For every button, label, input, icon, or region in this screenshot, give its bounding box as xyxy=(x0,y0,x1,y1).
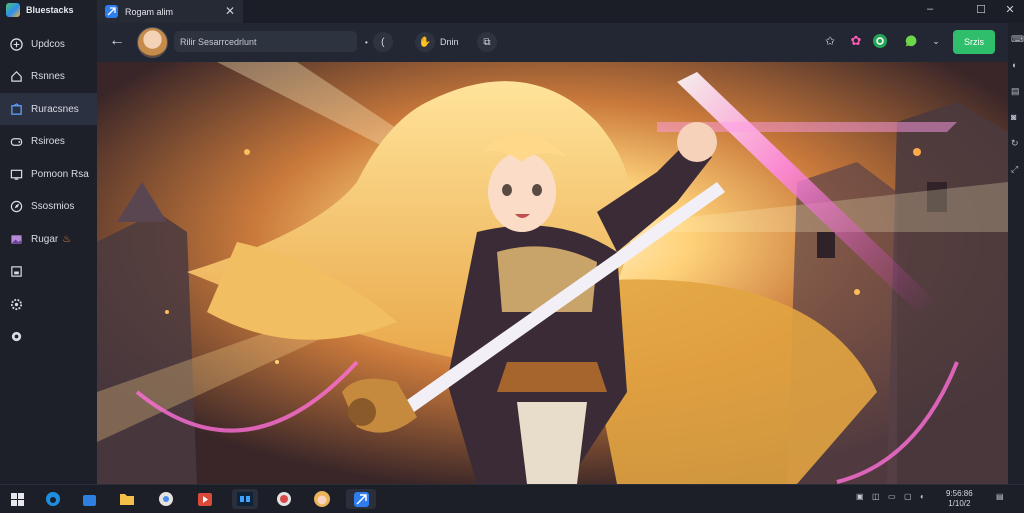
flower-icon[interactable]: ✿ xyxy=(848,33,864,49)
sidebar-item-media[interactable]: Rugar ♨ xyxy=(0,223,97,255)
home-icon xyxy=(9,70,23,84)
sidebar-item-label: Updcos xyxy=(31,38,65,50)
primary-action-label: Srzis xyxy=(964,37,984,47)
toolbar-toggle[interactable]: • ( xyxy=(365,32,393,52)
store-icon[interactable] xyxy=(78,489,100,509)
sidebar-item-library[interactable]: Ruracsnes xyxy=(0,93,97,125)
app-window: Bluestacks Updcos Rsnnes Ruracsnes Rsiro… xyxy=(0,0,1024,484)
chrome-icon[interactable] xyxy=(155,489,177,509)
sidebar-item-label: Rsnnes xyxy=(31,71,65,82)
volume-icon[interactable]: ◖ xyxy=(1011,60,1024,74)
minimize-button[interactable]: ‒ xyxy=(922,3,938,15)
layers-icon[interactable]: ▤ xyxy=(1011,86,1024,100)
flame-icon: ♨ xyxy=(62,233,72,245)
fullscreen-icon[interactable]: ⤢ xyxy=(1011,164,1024,178)
camera-icon[interactable]: ◙ xyxy=(1011,112,1024,126)
tab-active[interactable]: Rogam alim ✕ xyxy=(97,0,243,23)
dot-icon: • xyxy=(365,37,368,47)
sidebar-item-screen[interactable]: Pomoon Rsa xyxy=(0,158,97,190)
folder-icon[interactable] xyxy=(116,489,138,509)
library-icon xyxy=(9,102,23,116)
windows-taskbar: ▣ ◫ ▭ ▢ ◐ 9:56:86 1/10/2 ▤ xyxy=(0,484,1024,513)
sidebar-item-label: Pomoon Rsa xyxy=(31,168,89,180)
hand-icon: ✋ xyxy=(415,32,435,52)
primary-action-button[interactable]: Srzis xyxy=(953,30,995,54)
edge-icon[interactable] xyxy=(42,489,64,509)
screenshot-button[interactable]: ⧉ xyxy=(477,32,497,52)
toolbar: ← Rilir Sesarrcedrlunt • ( ✋ Dnin ⧉ ✩ ✿ … xyxy=(97,23,1024,62)
sidebar-item-home[interactable]: Rsnnes xyxy=(0,61,97,93)
sidebar-item-label: Ruracsnes xyxy=(31,103,79,115)
sidebar: Bluestacks Updcos Rsnnes Ruracsnes Rsiro… xyxy=(0,0,97,484)
gear-icon xyxy=(9,297,23,311)
star-icon[interactable]: ✩ xyxy=(822,33,838,49)
chevron-down-icon[interactable]: ⌄ xyxy=(928,33,944,49)
search-text: Rilir Sesarrcedrlunt xyxy=(180,36,257,47)
clock-time: 9:56:86 xyxy=(946,489,973,498)
toolbar-dnin-button[interactable]: ✋ Dnin xyxy=(415,32,459,52)
bluestacks-logo-icon xyxy=(6,3,20,17)
sidebar-item-explore[interactable]: Ssosmios xyxy=(0,191,97,223)
rotate-icon[interactable]: ↻ xyxy=(1011,138,1024,152)
tray-monitor-icon[interactable]: ▢ xyxy=(904,492,912,501)
tab-title: Rogam alim xyxy=(125,6,174,17)
terminal-icon[interactable] xyxy=(232,489,258,509)
sidebar-item-label: Rsiroes xyxy=(31,136,65,147)
bluestacks-icon[interactable] xyxy=(346,489,376,509)
save-icon xyxy=(9,265,23,279)
sidebar-item-settings[interactable] xyxy=(0,288,97,320)
start-icon[interactable] xyxy=(6,489,28,509)
title-bar: Rogam alim ✕ ‒ ☐ ✕ xyxy=(97,0,1024,23)
circle-icon xyxy=(9,330,23,344)
status-icon[interactable] xyxy=(872,33,888,49)
sidebar-nav: Updcos Rsnnes Ruracsnes Rsiroes Pomoon R… xyxy=(0,28,97,353)
maximize-button[interactable]: ☐ xyxy=(973,3,989,16)
photos-icon[interactable] xyxy=(273,489,295,509)
toolbar-round-label: ( xyxy=(381,36,385,48)
image-icon xyxy=(9,232,23,246)
game-screen[interactable] xyxy=(97,62,1008,484)
game-artwork xyxy=(97,62,1008,484)
sidebar-item-updates[interactable]: Updcos xyxy=(0,28,97,60)
sidebar-item-more[interactable] xyxy=(0,321,97,353)
close-window-button[interactable]: ✕ xyxy=(1002,3,1018,16)
toolbar-round-button[interactable]: ( xyxy=(372,32,393,52)
clock-date: 1/10/2 xyxy=(948,499,971,508)
clock[interactable]: 9:56:86 1/10/2 xyxy=(946,489,973,509)
tab-close-icon[interactable]: ✕ xyxy=(225,4,235,18)
tray-network-icon[interactable]: ◫ xyxy=(872,492,880,501)
chat-icon[interactable] xyxy=(904,33,920,49)
media-icon[interactable] xyxy=(194,489,216,509)
screenshot-icon: ⧉ xyxy=(477,32,497,52)
sidebar-item-label: Rugar xyxy=(31,233,59,245)
search-input[interactable]: Rilir Sesarrcedrlunt xyxy=(174,31,357,52)
avatar[interactable] xyxy=(137,27,168,58)
tray-volume-icon[interactable]: ◐ xyxy=(920,492,925,501)
screen-icon xyxy=(9,167,23,181)
keyboard-icon[interactable]: ⌨ xyxy=(1011,34,1024,48)
tray-display-icon[interactable]: ▭ xyxy=(888,492,896,501)
app-tab-icon xyxy=(105,5,118,18)
brand: Bluestacks xyxy=(6,2,74,18)
globe-icon xyxy=(9,37,23,51)
gamepad-icon xyxy=(9,135,23,149)
right-tool-strip: ⌨ ◖ ▤ ◙ ↻ ⤢ xyxy=(1008,23,1024,484)
compass-icon xyxy=(9,200,23,214)
toolbar-dnin-label: Dnin xyxy=(440,37,459,47)
action-center-icon[interactable]: ▤ xyxy=(996,492,1004,501)
tray-notification-icon[interactable]: ▣ xyxy=(856,492,864,501)
game-icon[interactable] xyxy=(311,489,333,509)
back-button[interactable]: ← xyxy=(109,32,125,50)
sidebar-item-label: Ssosmios xyxy=(31,201,75,212)
app-title: Bluestacks xyxy=(26,5,74,15)
sidebar-item-games[interactable]: Rsiroes xyxy=(0,126,97,158)
sidebar-item-save[interactable] xyxy=(0,256,97,288)
